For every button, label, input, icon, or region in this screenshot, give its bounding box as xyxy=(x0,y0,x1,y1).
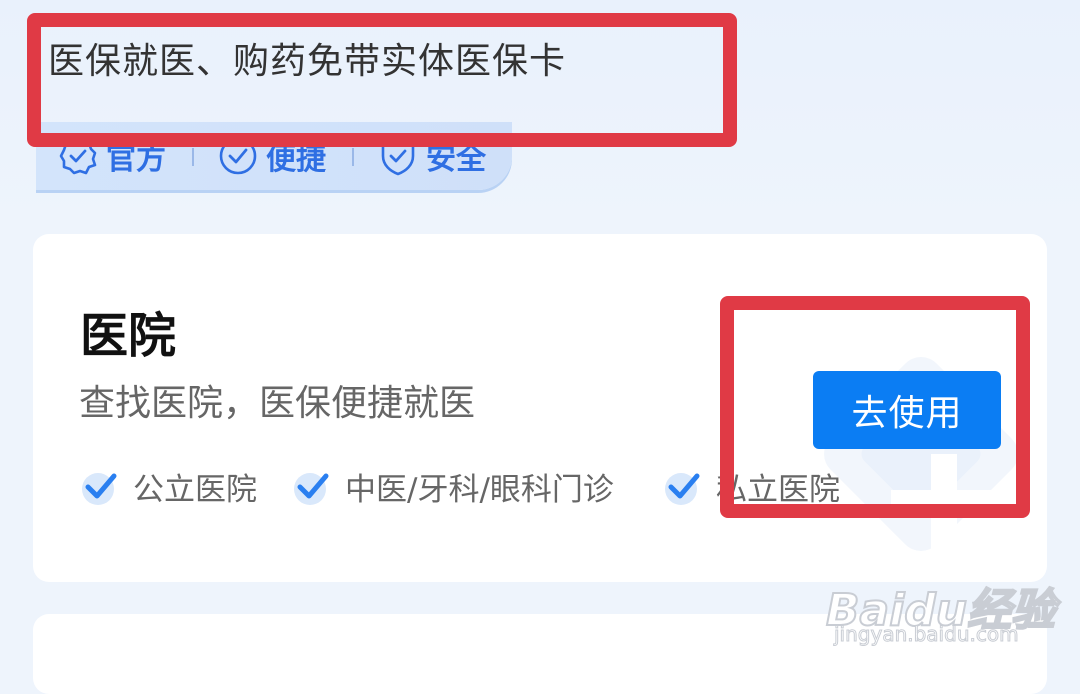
badge-check-icon xyxy=(59,137,97,175)
tag-public-hospital: 公立医院 xyxy=(79,464,257,508)
check-icon xyxy=(665,473,700,505)
header-subtitle: 医保就医、购药免带实体医保卡 xyxy=(48,41,567,82)
shield-check-icon xyxy=(381,137,415,176)
feature-divider xyxy=(192,148,194,166)
hospital-card[interactable]: 医院 查找医院，医保便捷就医 公立医院 中医/牙科/眼科门诊 私立医院 去使用 xyxy=(33,234,1047,582)
feature-convenient: 便捷 xyxy=(218,134,326,178)
next-card[interactable] xyxy=(33,614,1047,694)
feature-official-label: 官方 xyxy=(106,142,166,177)
tag-private-hospital: 私立医院 xyxy=(662,464,840,508)
tag-label: 中医/牙科/眼科门诊 xyxy=(345,471,614,508)
feature-secure: 安全 xyxy=(378,134,486,178)
check-icon xyxy=(82,473,117,505)
card-title: 医院 xyxy=(80,308,177,364)
feature-convenient-label: 便捷 xyxy=(266,142,326,177)
use-button[interactable]: 去使用 xyxy=(813,371,1001,449)
feature-badges: 官方 便捷 安全 xyxy=(36,122,512,190)
tag-specialty-clinic: 中医/牙科/眼科门诊 xyxy=(291,464,614,508)
feature-divider xyxy=(352,148,354,166)
card-description: 查找医院，医保便捷就医 xyxy=(79,383,476,424)
tag-label: 私立医院 xyxy=(716,471,840,508)
feature-secure-label: 安全 xyxy=(426,142,486,177)
header-area: 医保就医、购药免带实体医保卡 官方 便捷 安全 xyxy=(0,0,1080,230)
circle-check-icon xyxy=(219,137,257,175)
tag-label: 公立医院 xyxy=(133,471,257,508)
check-icon xyxy=(294,473,329,505)
feature-official: 官方 xyxy=(58,134,166,178)
